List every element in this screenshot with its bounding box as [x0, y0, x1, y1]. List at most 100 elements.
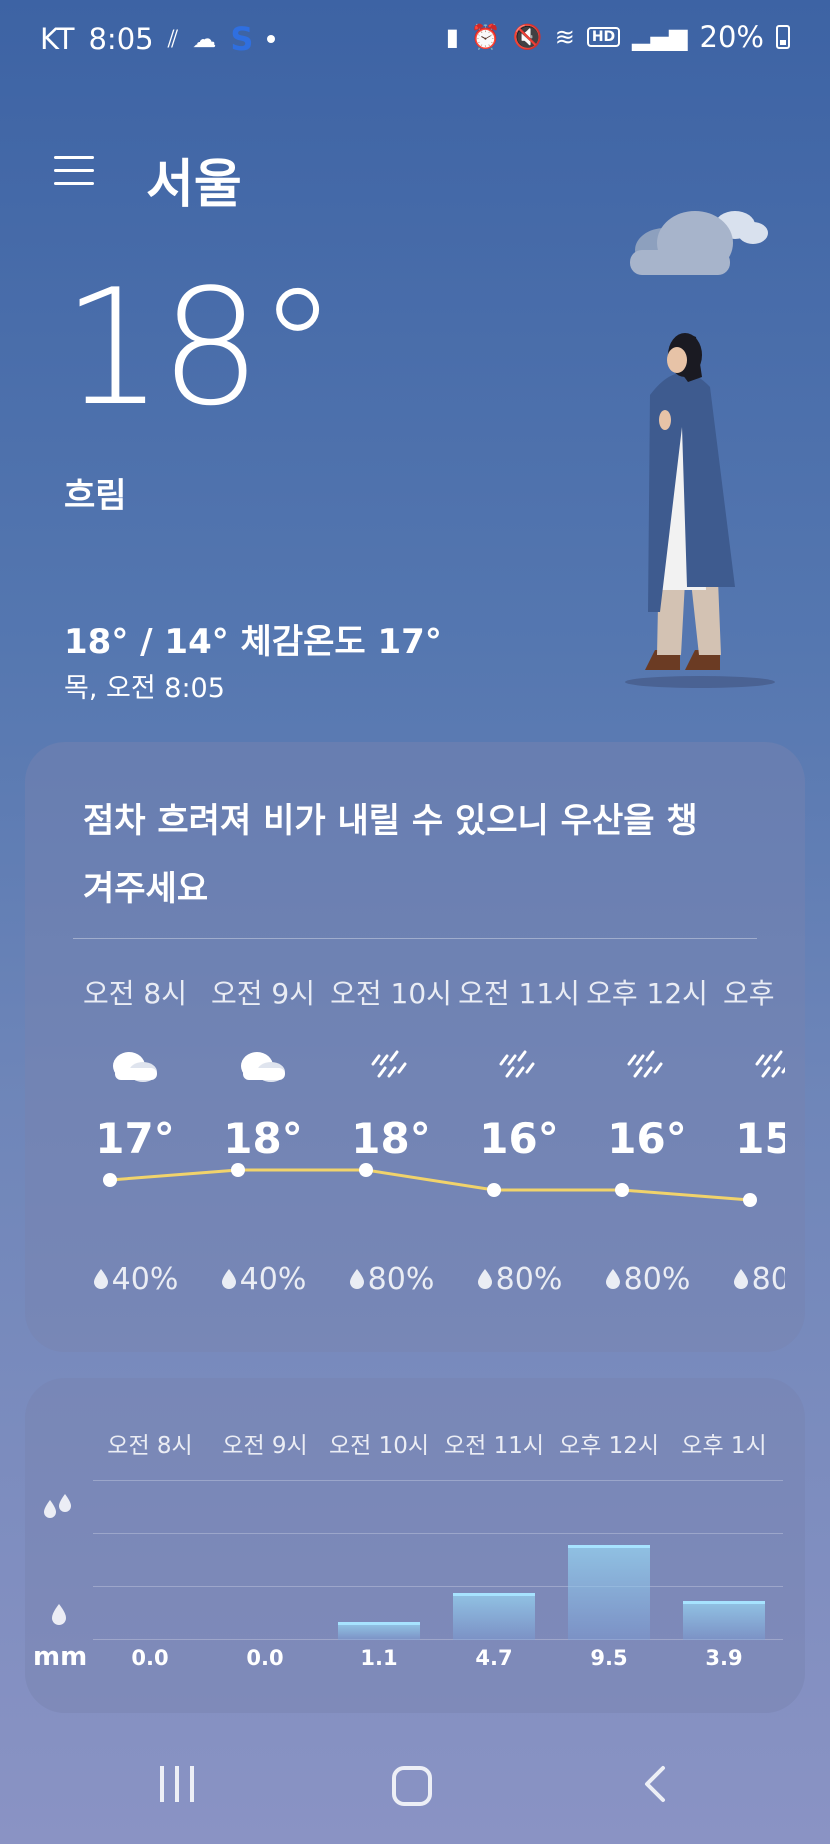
battery-saver-icon: ▮ — [445, 23, 459, 51]
precip-amount: 4.7 — [475, 1646, 513, 1670]
hourly-time: 오후 12시 — [586, 977, 708, 1010]
raindrop-icon — [221, 1269, 236, 1289]
hourly-item: 오전 8시 17° 40% — [70, 972, 200, 1297]
precip-bar — [338, 1622, 420, 1640]
updated-datetime: 목, 오전 8:05 — [64, 673, 225, 704]
hourly-item: 오전 11시 16° 80% — [454, 972, 584, 1297]
hourly-precip-chance: 80% — [326, 1262, 456, 1297]
raindrop-icon — [477, 1269, 492, 1289]
raindrop-icon — [349, 1269, 364, 1289]
current-condition: 흐림 — [64, 476, 127, 516]
raindrop-icon — [605, 1269, 620, 1289]
forecast-message: 점차 흐려져 비가 내릴 수 있으니 우산을 챙겨주세요 — [83, 801, 698, 909]
rain-icon — [454, 1036, 584, 1096]
carrier: KT — [40, 22, 75, 56]
rain-icon — [710, 1036, 785, 1096]
cloud-icon — [198, 1036, 328, 1096]
grid-line — [93, 1533, 783, 1534]
precip-time-label: 오후 12시 — [558, 1433, 660, 1459]
precip-time-labels: 오전 8시 오전 9시 오전 10시 오전 11시 오후 12시 오후 1시 — [25, 1426, 805, 1466]
precip-bar — [453, 1593, 535, 1640]
signal-icon: ▂▄▆ — [632, 23, 688, 51]
trend-point — [743, 1193, 757, 1207]
wifi-icon: ≋ — [554, 23, 575, 51]
precip-chance-value: 80% — [623, 1262, 691, 1297]
precip-bar — [683, 1601, 765, 1640]
precip-chance-value: 80% — [367, 1262, 435, 1297]
hourly-time: 오전 8시 — [83, 977, 187, 1010]
home-button[interactable] — [392, 1766, 432, 1806]
battery-icon — [776, 25, 790, 49]
precip-amount: 0.0 — [246, 1646, 284, 1670]
hourly-item: 오후 1시15°80% — [710, 972, 785, 1297]
raindrop-icon — [93, 1269, 108, 1289]
trend-point — [487, 1183, 501, 1197]
precip-chance-value: 40% — [111, 1262, 179, 1297]
grid-line — [93, 1586, 783, 1587]
precip-amount: 1.1 — [360, 1646, 398, 1670]
hourly-time: 오후 1시 — [723, 977, 785, 1010]
precip-chance-value: 40% — [239, 1262, 307, 1297]
weather-cloud-icon: ☁ — [192, 25, 217, 53]
heavy-rain-drops-icon — [44, 1494, 71, 1518]
rain-icon — [582, 1036, 712, 1096]
hourly-item: 오후 12시 16° 80% — [582, 972, 712, 1297]
precip-time-label: 오전 9시 — [222, 1433, 308, 1459]
cloud-icon — [70, 1036, 200, 1096]
precip-time-label: 오후 1시 — [681, 1433, 767, 1459]
city-name[interactable]: 서울 — [146, 142, 242, 217]
precip-amount: 3.9 — [705, 1646, 743, 1670]
alarm-icon: ⏰ — [470, 23, 501, 51]
hourly-precip-chance: 80% — [710, 1262, 785, 1297]
s-app-icon: S — [230, 20, 254, 58]
clock: 8:05 — [88, 22, 154, 56]
hourly-time: 오전 9시 — [211, 977, 315, 1010]
raindrop-icon — [733, 1269, 748, 1289]
temperature-trend-line — [103, 1163, 757, 1207]
precip-unit: mm — [33, 1642, 88, 1672]
hourly-precip-chance: 80% — [454, 1262, 584, 1297]
precip-time-label: 오전 8시 — [107, 1433, 193, 1459]
precip-amount: 0.0 — [131, 1646, 169, 1670]
light-rain-drop-icon — [52, 1604, 66, 1625]
hd-voice-icon: HD — [586, 27, 621, 47]
grid-line — [93, 1639, 783, 1640]
mute-icon: 🔇 — [512, 23, 543, 51]
weather-illustration — [625, 211, 775, 688]
current-temperature: 18° — [62, 254, 338, 441]
hourly-time: 오전 10시 — [330, 977, 452, 1010]
hourly-precip-chance: 80% — [582, 1262, 712, 1297]
hourly-precip-chance: 40% — [198, 1262, 328, 1297]
precip-bar — [568, 1545, 650, 1640]
status-bar: KT 8:05 ⫽ ☁ S ▮ ⏰ 🔇 ≋ HD ▂▄▆ 20% — [0, 0, 830, 80]
precipitation-card[interactable]: 오전 8시 오전 9시 오전 10시 오전 11시 오후 12시 오후 1시 mm 0.0… — [25, 1378, 805, 1713]
menu-icon[interactable] — [54, 156, 94, 188]
back-button[interactable] — [635, 1764, 675, 1804]
battery-percent: 20% — [699, 20, 764, 54]
trend-point — [103, 1173, 117, 1187]
hourly-time: 오전 11시 — [458, 977, 580, 1010]
high-low-feels-like: 18° / 14° 체감온도 17° — [64, 622, 442, 662]
precip-amount: 9.5 — [590, 1646, 628, 1670]
trend-path — [109, 1168, 751, 1202]
hourly-item: 오전 10시 18° 80% — [326, 972, 456, 1297]
precip-time-label: 오전 11시 — [443, 1433, 545, 1459]
divider — [73, 938, 757, 939]
rain-icon — [326, 1036, 456, 1096]
navigation-bar — [0, 1740, 830, 1844]
trend-point — [615, 1183, 629, 1197]
cloud-illustration-icon — [630, 211, 768, 275]
hourly-item: 오전 9시 18° 40% — [198, 972, 328, 1297]
precip-chance-value: 80% — [495, 1262, 563, 1297]
wind-icon: ⫽ — [167, 25, 179, 53]
hourly-precip-chance: 40% — [70, 1262, 200, 1297]
recents-button[interactable] — [160, 1766, 194, 1802]
precip-chance-value: 80% — [751, 1262, 785, 1297]
precip-time-label: 오전 10시 — [328, 1433, 430, 1459]
grid-line — [93, 1480, 783, 1481]
hourly-forecast-card[interactable]: 점차 흐려져 비가 내릴 수 있으니 우산을 챙겨주세요 오전 8시 17° 40%… — [25, 742, 805, 1352]
trend-point — [231, 1163, 245, 1177]
person-illustration-icon — [645, 333, 735, 670]
trend-point — [359, 1163, 373, 1177]
notification-dot-icon — [267, 35, 276, 43]
